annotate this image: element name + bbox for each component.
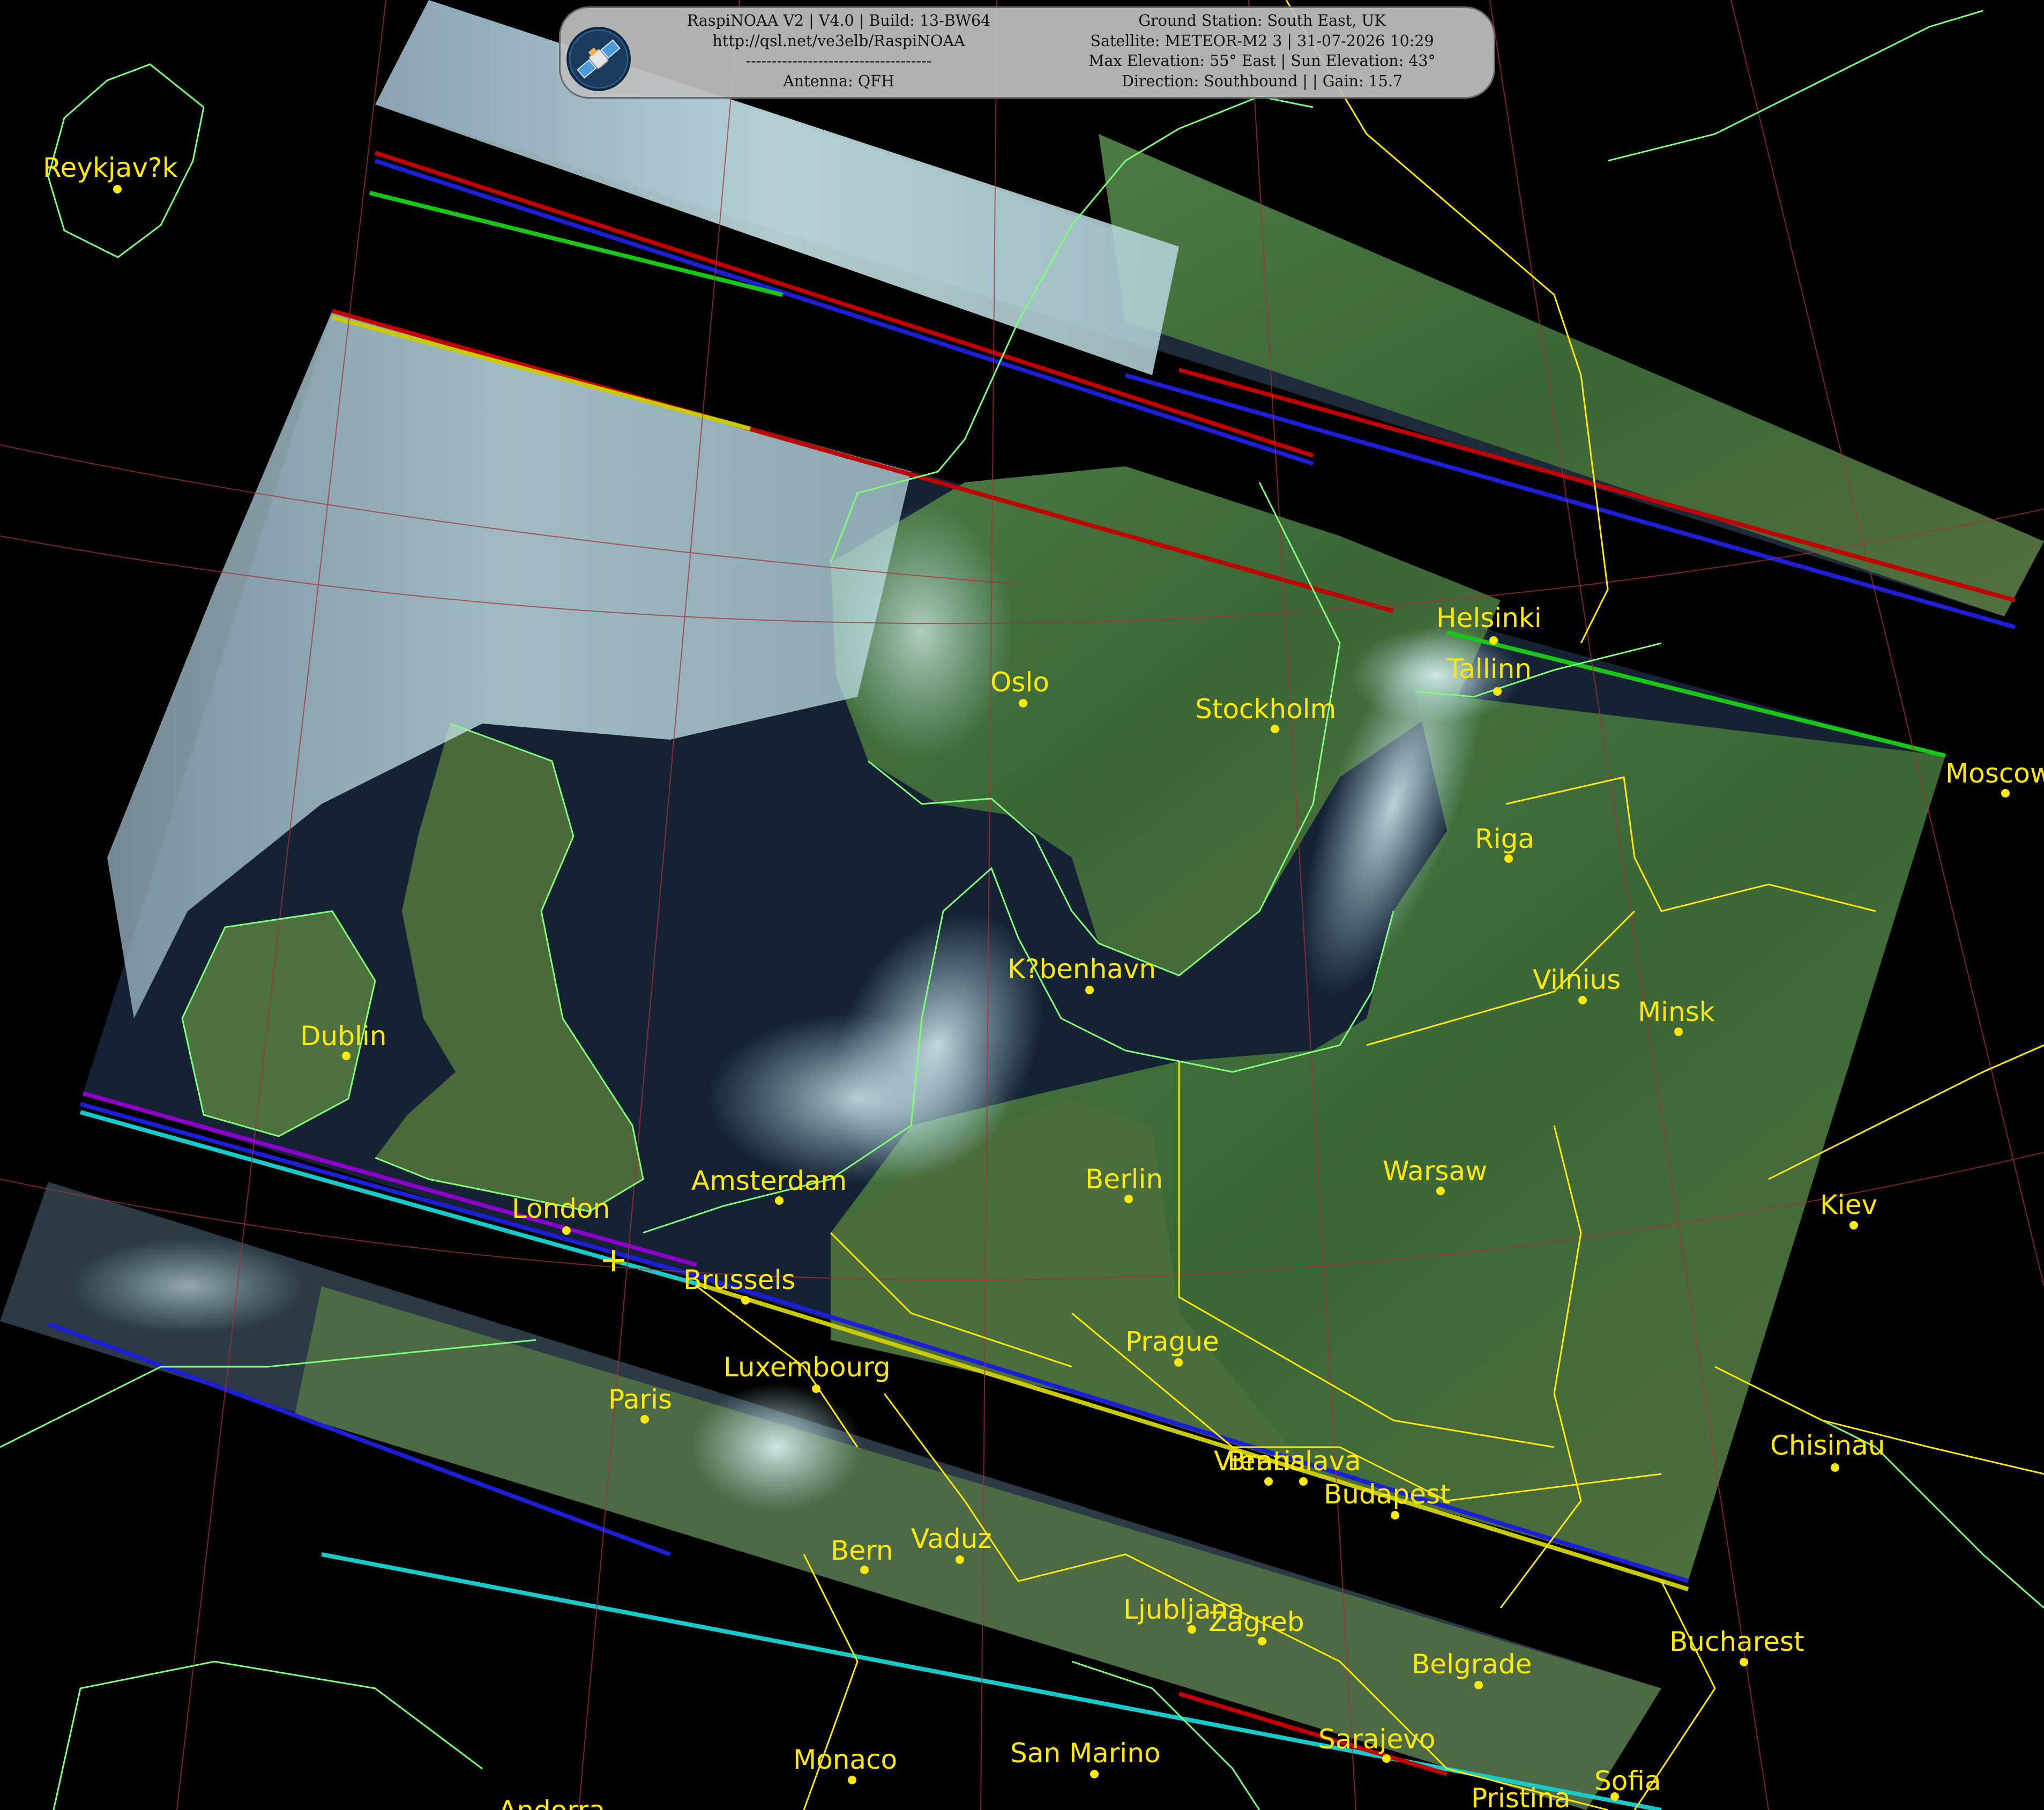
city-label: Vilnius [1533,964,1621,995]
city-pristina: Pristina [1471,1783,1571,1810]
city-dot [1188,1625,1196,1634]
city-dot [1264,1477,1273,1486]
city-label: London [512,1193,610,1224]
city-label: Monaco [793,1744,897,1775]
city-dot [860,1566,869,1574]
city-dot [1831,1463,1839,1472]
city-dot [1489,636,1498,645]
city-dot [1019,699,1027,707]
city-label: Belgrade [1412,1649,1532,1680]
city-label: Sarajevo [1318,1724,1435,1755]
clouds-bottom-swath [691,1383,863,1511]
city-label: Bern [831,1535,893,1566]
city-dot [2001,789,2010,798]
city-label: Pristina [1471,1783,1571,1810]
city-label: Moscow [1945,758,2044,789]
city-andorra: Andorra [498,1795,605,1810]
city-dot [1740,1658,1748,1666]
city-label: Andorra [498,1795,605,1810]
city-label: Riga [1475,823,1534,854]
city-label: San Marino [1010,1738,1160,1769]
city-dot [640,1415,649,1424]
city-budapest: Budapest [1324,1479,1451,1519]
city-dot [1436,1187,1445,1195]
city-dot [1090,1770,1099,1778]
city-sofia: Sofia [1594,1766,1661,1801]
city-label: Warsaw [1383,1156,1487,1187]
city-dot [1258,1637,1266,1645]
city-dot [741,1296,750,1305]
header-app-build: RaspiNOAA V2 | V4.0 | Build: 13-BW64 [687,12,991,29]
city-dot [1124,1195,1133,1203]
city-label: Bratislava [1227,1446,1361,1477]
city-label: Luxembourg [723,1352,891,1383]
city-label: Oslo [990,667,1049,698]
city-dot [1504,854,1513,863]
city-moscow: Moscow [1945,758,2044,798]
city-label: K?benhavn [1008,954,1156,985]
city-label: Helsinki [1436,602,1542,634]
city-chisinau: Chisinau [1770,1430,1885,1472]
city-dot [775,1196,784,1205]
city-label: Brussels [683,1264,795,1295]
city-dot [1674,1027,1683,1036]
city-san-marino: San Marino [1010,1738,1160,1778]
header-left-column: RaspiNOAA V2 | V4.0 | Build: 13-BW64 htt… [651,11,1026,91]
header-right-column: Ground Station: South East, UK Satellite… [1048,11,1476,91]
city-bucharest: Bucharest [1669,1626,1804,1666]
city-label: Zagreb [1209,1606,1304,1637]
city-label: Sofia [1594,1766,1661,1797]
city-label: Berlin [1085,1164,1163,1195]
city-dot [1493,687,1502,696]
city-dot [1382,1754,1391,1763]
city-dot [956,1555,964,1564]
city-dot [1391,1511,1399,1519]
header-antenna: Antenna: QFH [783,72,894,90]
city-kiev: Kiev [1820,1189,1877,1230]
city-label: Kiev [1820,1189,1877,1220]
city-dot [342,1052,350,1060]
city-label: Budapest [1324,1479,1451,1510]
header-url: http://qsl.net/ve3elb/RaspiNOAA [712,32,965,50]
clouds-channel [70,1238,305,1335]
satellite-map-image: Reykjav?k Helsinki Tallinn Oslo Stockhol… [0,0,2044,1810]
header-ground-station: Ground Station: South East, UK [1138,12,1386,29]
city-monaco: Monaco [793,1744,897,1784]
city-label: Chisinau [1770,1430,1885,1461]
city-dot [1578,996,1587,1004]
city-dot [113,185,122,193]
header-elevation: Max Elevation: 55° East | Sun Elevation:… [1088,52,1436,70]
city-dot [848,1776,856,1784]
map-canvas: Reykjav?k Helsinki Tallinn Oslo Stockhol… [0,0,2044,1810]
city-label: Vaduz [911,1523,992,1554]
header-satellite: Satellite: METEOR-M2 3 | 31-07-2026 10:2… [1090,32,1434,50]
clouds-norway [831,504,1013,761]
satellite-logo-icon [566,27,631,91]
city-label: Stockholm [1195,694,1336,725]
city-dot [1849,1221,1858,1230]
header-separator: ------------------------------------ [745,52,932,70]
city-dot [1299,1477,1308,1486]
city-dot [1271,725,1279,733]
city-dot [812,1384,820,1393]
city-label: Paris [608,1384,672,1415]
header-direction-gain: Direction: Southbound | | Gain: 15.7 [1121,72,1403,90]
city-dot [1474,1681,1483,1689]
city-label: Tallinn [1446,653,1532,684]
city-label: Bucharest [1669,1626,1804,1657]
city-dot [1085,986,1094,994]
city-label: Amsterdam [691,1165,847,1196]
city-label: Prague [1125,1326,1219,1357]
city-label: Dublin [300,1021,386,1052]
city-reykjavik: Reykjav?k [43,152,177,193]
imagery-swaths [0,0,2044,1810]
city-label: Minsk [1638,996,1715,1027]
city-label: Reykjav?k [43,152,177,183]
city-dot [1174,1358,1183,1367]
city-dot [562,1226,571,1235]
